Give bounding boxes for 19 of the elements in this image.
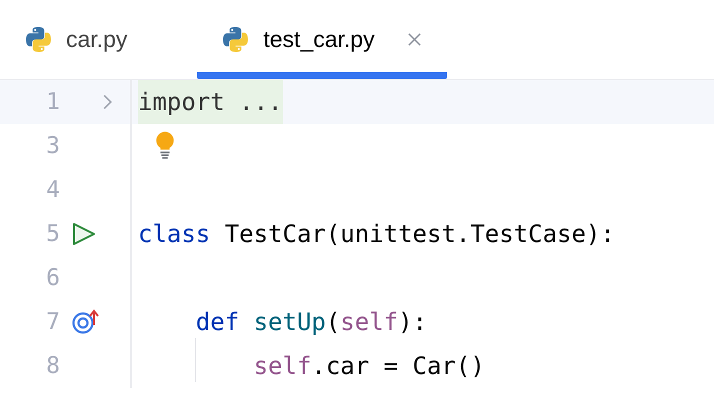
run-icon[interactable] bbox=[72, 222, 96, 246]
override-icon[interactable] bbox=[72, 309, 100, 335]
line-number: 7 bbox=[45, 309, 60, 335]
line-number: 4 bbox=[45, 177, 60, 203]
code-line: self.car = Car() bbox=[252, 351, 485, 382]
line-number: 6 bbox=[45, 265, 60, 291]
code-line: def setUp(self): bbox=[194, 307, 427, 338]
code-line: class TestCar(unittest.TestCase): bbox=[138, 219, 615, 250]
python-file-icon bbox=[222, 26, 250, 52]
python-file-icon bbox=[25, 26, 52, 52]
editor-tab[interactable]: car.py bbox=[0, 0, 168, 79]
close-icon[interactable] bbox=[406, 32, 422, 46]
line-number: 1 bbox=[45, 89, 60, 115]
chevron-icon[interactable] bbox=[102, 93, 113, 111]
line-number: 3 bbox=[45, 133, 60, 159]
line-number: 8 bbox=[45, 353, 60, 379]
line-number: 5 bbox=[45, 221, 60, 247]
folded-code[interactable]: import ... bbox=[138, 80, 282, 124]
lightbulb-icon[interactable] bbox=[154, 131, 176, 161]
